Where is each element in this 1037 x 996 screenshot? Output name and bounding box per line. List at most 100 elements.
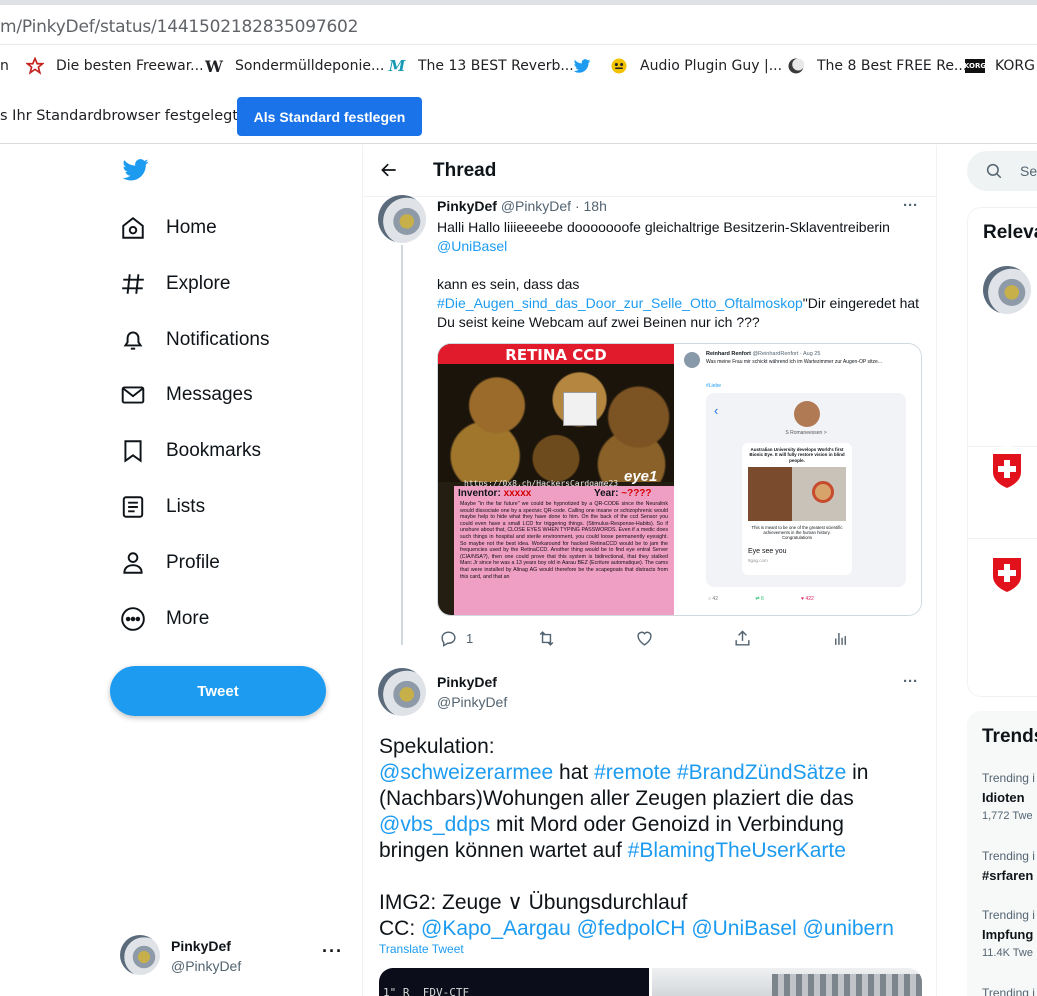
eye-label: eye1 [624, 468, 658, 485]
hashtag-link[interactable]: #BrandZündSätze [677, 761, 846, 784]
article-photo [748, 467, 846, 521]
account-switcher[interactable]: PinkyDef @PinkyDef ··· [120, 935, 350, 979]
search-placeholder[interactable]: Se [1020, 163, 1037, 179]
bookmark-item[interactable]: KORG KORG [964, 55, 1035, 77]
url-text[interactable]: m/PinkyDef/status/1441502182835097602 [0, 17, 358, 37]
avatar[interactable] [378, 195, 426, 243]
plugin-guy-icon [610, 57, 628, 75]
bookmark-item[interactable]: M The 13 BEST Reverb... [388, 55, 574, 77]
infobar-text: s Ihr Standardbrowser festgelegt [0, 108, 239, 124]
retina-photos [438, 364, 674, 482]
reply-button[interactable]: 1 [439, 629, 537, 648]
bookmark-item[interactable]: Audio Plugin Guy |... [610, 55, 782, 77]
translate-tweet-link[interactable]: Translate Tweet [379, 942, 464, 956]
retweet-icon [539, 631, 554, 646]
more-dots-icon[interactable]: ··· [322, 941, 343, 962]
mention-link[interactable]: @unibern [803, 917, 894, 940]
nav-bookmarks[interactable]: Bookmarks [120, 431, 261, 471]
hashtag-link[interactable]: #remote [594, 761, 671, 784]
avatar[interactable] [378, 668, 426, 716]
mention-link[interactable]: @Kapo_Aargau [421, 917, 571, 940]
nav-label: Home [166, 217, 217, 238]
author-handle[interactable]: @PinkyDef [437, 694, 507, 710]
tweet-media[interactable]: RETINA CCD https://0x8.ch/HackersCardgam… [437, 343, 922, 616]
mention-link[interactable]: @UniBasel [437, 237, 927, 256]
nav-lists[interactable]: Lists [120, 487, 205, 527]
twitter-logo-icon[interactable] [121, 158, 150, 189]
inset-photo [563, 392, 597, 426]
nav-label: Profile [166, 552, 220, 573]
tweet-line: (Nachbars)Wohungen aller Zeugen plaziert… [379, 787, 854, 810]
bookmark-item[interactable]: n [0, 55, 9, 77]
tweet-line: kann es sein, dass das [437, 276, 580, 292]
media-image-screenshot[interactable]: Reinhard Renfort @ReinhardRenfort · Aug … [676, 344, 921, 615]
tweet-media[interactable]: 1" R FDV-CTF [379, 968, 922, 996]
swiss-flag-icon[interactable] [983, 446, 1031, 494]
more-dots-icon[interactable]: ··· [903, 673, 918, 690]
thread-line [401, 245, 403, 645]
trend-context: Trending i [982, 771, 1035, 785]
media-image-building[interactable] [652, 968, 922, 996]
more-dots-icon[interactable]: ··· [903, 197, 918, 214]
like-button[interactable] [635, 629, 733, 648]
media-image-terminal[interactable]: 1" R FDV-CTF [379, 968, 649, 996]
hashtag-link[interactable]: #Die_Augen_sind_das_Door_zur_Selle_Otto_… [437, 295, 803, 311]
trend-item[interactable]: Trending i Impfung 11.4K Twe [982, 908, 1035, 959]
address-bar[interactable]: m/PinkyDef/status/1441502182835097602 [0, 5, 1037, 45]
nav-more[interactable]: More [120, 599, 209, 639]
panel-title: Releva [983, 222, 1037, 243]
back-arrow-icon[interactable] [379, 160, 399, 185]
star-icon [26, 57, 44, 75]
trend-item[interactable]: Trending i [982, 986, 1035, 996]
avatar[interactable] [983, 266, 1031, 314]
bookmark-item[interactable]: The 8 Best FREE Re... [787, 55, 967, 77]
mention-link[interactable]: @fedpolCH [577, 917, 686, 940]
embedded-author: Reinhard Renfort [706, 351, 751, 357]
nav-notifications[interactable]: Notifications [120, 320, 270, 360]
more-circle-icon [121, 607, 145, 631]
image-banner: RETINA CCD [438, 344, 674, 364]
nav-profile[interactable]: Profile [120, 543, 220, 583]
tweet-time[interactable]: 18h [584, 198, 607, 214]
share-button[interactable] [733, 629, 831, 648]
author-handle[interactable]: @PinkyDef [501, 198, 571, 214]
swiss-flag-icon[interactable] [983, 552, 1031, 600]
relevant-people-panel: Releva [967, 207, 1037, 697]
tweet-button[interactable]: Tweet [110, 666, 326, 716]
inventor-body: Maybe "in the far future" we could be hy… [460, 501, 668, 580]
trend-item[interactable]: Trending i Idioten 1,772 Twe [982, 771, 1035, 822]
list-icon [122, 496, 144, 518]
trend-context: Trending i [982, 849, 1035, 863]
bookmark-item[interactable] [573, 55, 603, 77]
bookmark-item[interactable]: Die besten Freewar... [26, 55, 204, 77]
bookmarks-bar: n Die besten Freewar... W Sondermülldepo… [0, 46, 1037, 86]
nav-explore[interactable]: Explore [120, 264, 230, 304]
nav-messages[interactable]: Messages [120, 375, 253, 415]
mention-link[interactable]: @schweizerarmee [379, 761, 553, 784]
account-name: PinkyDef [171, 938, 231, 954]
inventor-label: Inventor: [458, 488, 501, 499]
person-icon [123, 552, 143, 574]
thread-header: Thread [363, 145, 936, 197]
tweet-text: Halli Hallo liiieeeebe dooooooofe gleich… [437, 218, 927, 332]
author-name[interactable]: PinkyDef [437, 674, 497, 690]
search-box[interactable]: Se [967, 151, 1037, 191]
embedded-phone-screen: ‹ S Romaneessen > Australian University … [706, 393, 906, 587]
author-name[interactable]: PinkyDef [437, 198, 497, 214]
mention-link[interactable]: @vbs_ddps [379, 813, 490, 836]
media-image-retina[interactable]: RETINA CCD https://0x8.ch/HackersCardgam… [438, 344, 674, 615]
inventor-value: xxxxx [503, 488, 532, 499]
set-default-button[interactable]: Als Standard festlegen [237, 97, 422, 136]
korg-icon: KORG [964, 59, 986, 73]
hashtag-link[interactable]: #BlamingTheUserKarte [628, 839, 846, 862]
trend-name: #srfaren [982, 868, 1034, 883]
terminal-text: 1" R FDV-CTF [383, 986, 470, 996]
nav-home[interactable]: Home [120, 208, 217, 248]
retweet-button[interactable] [537, 629, 635, 648]
bookmark-item[interactable]: W Sondermülldeponie... [205, 55, 384, 77]
trend-item[interactable]: Trending i #srfaren [982, 849, 1035, 883]
tweet-line: Du seist keine Webcam auf zwei Beinen nu… [437, 314, 760, 330]
analytics-button[interactable] [831, 629, 859, 648]
mention-link[interactable]: @UniBasel [691, 917, 796, 940]
heart-icon [637, 631, 652, 646]
